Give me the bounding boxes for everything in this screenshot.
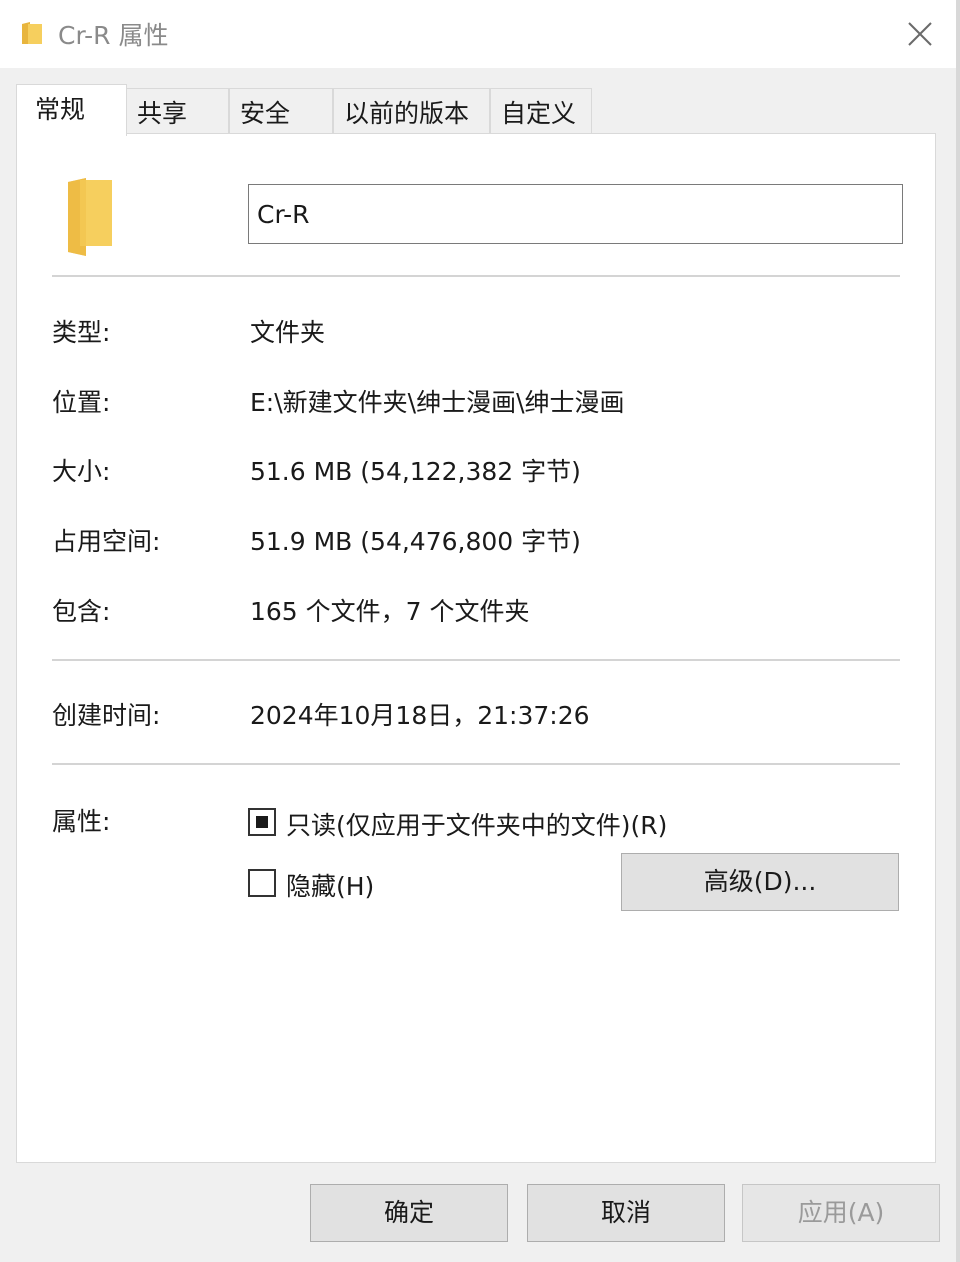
size-label: 大小: [52,457,111,486]
tab-panel-general [16,133,936,1163]
tab-sharing[interactable]: 共享 [126,88,229,134]
properties-dialog: Cr-R 属性 共享 安全 以前的版本 自定义 常规 类型: 文件夹 位置: E… [0,0,960,1262]
size-value: 51.6 MB (54,122,382 字节) [250,457,581,486]
contains-label: 包含: [52,597,111,626]
hidden-checkbox-label[interactable]: 隐藏(H) [286,867,374,903]
tab-general[interactable]: 常规 [16,84,127,136]
type-value: 文件夹 [250,318,326,347]
created-label: 创建时间: [52,701,161,730]
type-label: 类型: [52,318,111,347]
tab-previous-versions[interactable]: 以前的版本 [333,88,490,134]
size-on-disk-label: 占用空间: [52,527,161,556]
hidden-checkbox[interactable] [248,869,276,897]
location-value: E:\新建文件夹\绅士漫画\绅士漫画 [250,388,625,417]
size-on-disk-value: 51.9 MB (54,476,800 字节) [250,527,581,556]
tab-customize[interactable]: 自定义 [490,88,592,134]
location-label: 位置: [52,388,111,417]
window-title: Cr-R 属性 [58,21,169,50]
tab-security[interactable]: 安全 [229,88,333,134]
created-value: 2024年10月18日，21:37:26 [250,701,590,730]
contains-value: 165 个文件，7 个文件夹 [250,597,530,626]
folder-large-icon [68,178,112,256]
separator [52,763,900,765]
close-icon[interactable] [896,14,942,54]
title-bar: Cr-R 属性 [0,0,956,68]
separator [52,659,900,661]
readonly-checkbox-label[interactable]: 只读(仅应用于文件夹中的文件)(R) [286,806,667,842]
folder-icon [22,22,42,44]
advanced-button[interactable]: 高级(D)... [621,853,899,911]
separator [52,275,900,277]
readonly-checkbox[interactable] [248,808,276,836]
ok-button[interactable]: 确定 [310,1184,508,1242]
apply-button[interactable]: 应用(A) [742,1184,940,1242]
cancel-button[interactable]: 取消 [527,1184,725,1242]
folder-name-input[interactable] [248,184,903,244]
attributes-label: 属性: [52,807,111,836]
